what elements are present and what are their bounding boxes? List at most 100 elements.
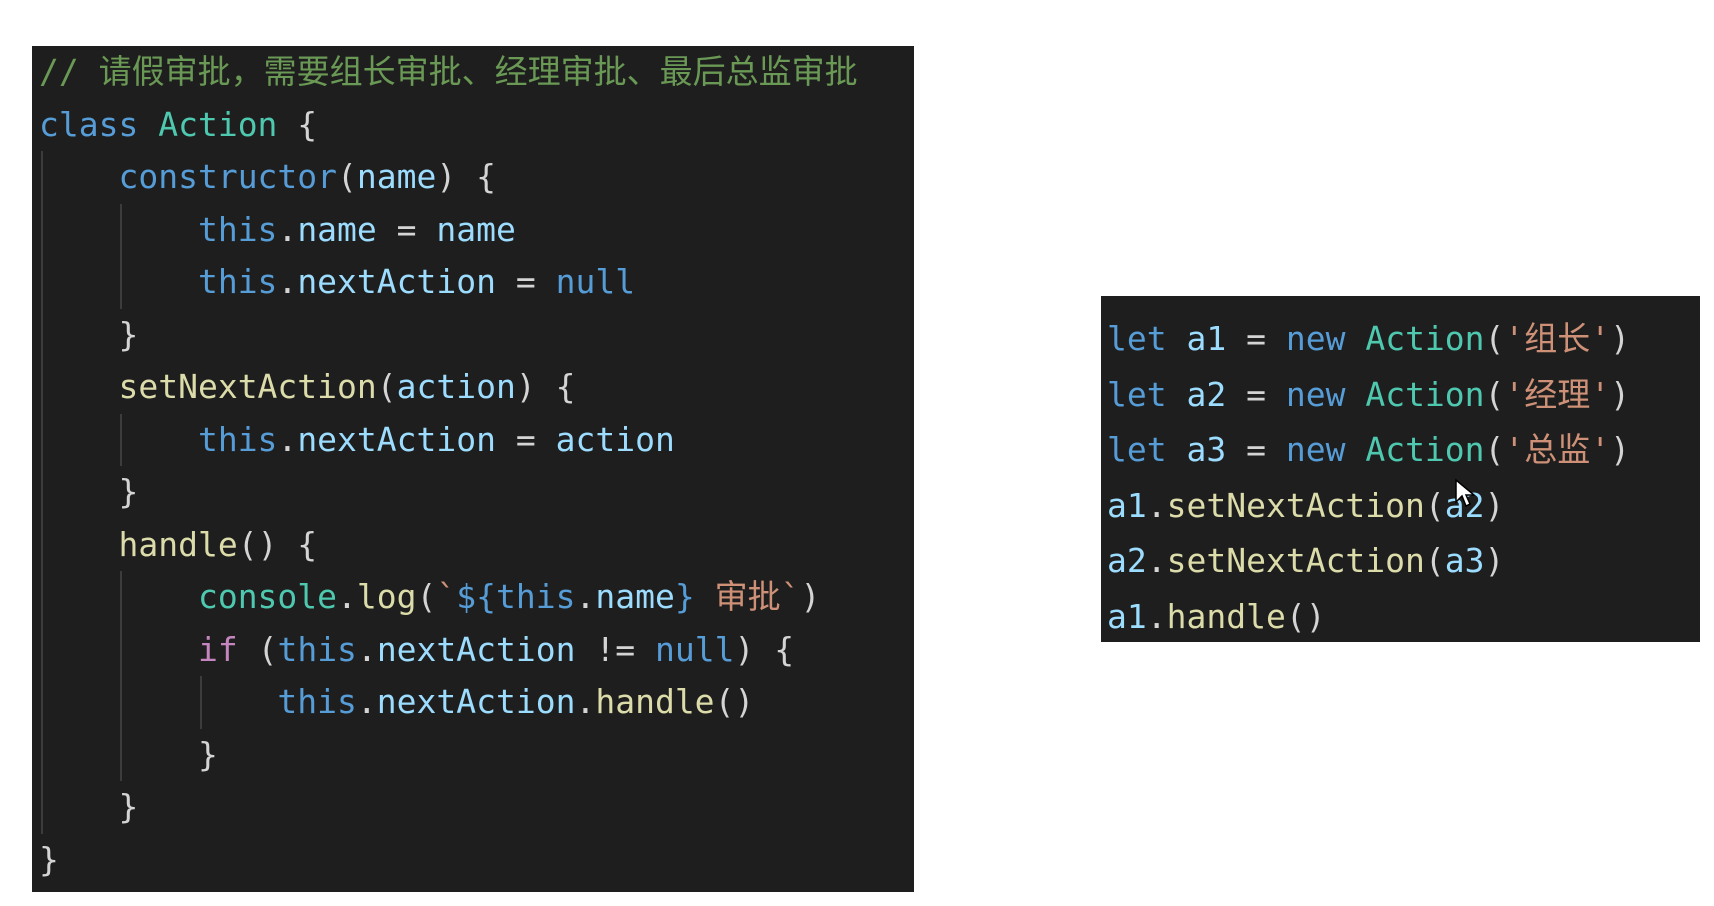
code-token: setNextAction: [1166, 485, 1425, 525]
code-token: =: [496, 262, 556, 301]
indent-guide: [41, 571, 43, 624]
indent-guide: [41, 728, 43, 781]
code-token: setNextAction: [1166, 541, 1425, 580]
code-token: ) {: [515, 367, 576, 406]
code-token: =: [1226, 319, 1286, 358]
code-panel-class-definition: // 请假审批，需要组长审批、经理审批、最后总监审批 class Action {…: [32, 46, 914, 892]
code-token: nextAction: [376, 629, 576, 669]
code-token: Action: [1365, 430, 1485, 469]
code-token: () {: [237, 524, 318, 564]
code-token: ): [1610, 374, 1631, 414]
code-token: this: [277, 682, 357, 721]
code-token: a1: [1107, 596, 1147, 636]
code-token: log: [356, 577, 417, 616]
code-token: a1: [1107, 485, 1147, 525]
code-token: null: [555, 262, 636, 301]
code-line: this.nextAction.handle(): [39, 676, 914, 729]
code-token: a2: [1107, 541, 1147, 580]
code-token: =: [1226, 430, 1286, 469]
indent-guide: [120, 203, 123, 256]
code-line: let a3 = new Action('总监'): [1107, 422, 1700, 478]
code-token: name: [436, 209, 516, 249]
code-token: (: [1484, 374, 1505, 414]
code-token: this: [277, 629, 357, 669]
code-token: .: [575, 577, 596, 616]
code-token: let: [1107, 374, 1187, 414]
code-line: handle() {: [39, 518, 914, 571]
code-token: a1: [1186, 319, 1227, 358]
code-token: }: [39, 839, 59, 879]
code-token: null: [654, 629, 735, 669]
code-line: }: [39, 728, 914, 781]
code-token: }: [197, 734, 218, 774]
code-token: '组长': [1504, 319, 1611, 358]
code-token: if: [197, 629, 238, 669]
code-token: =: [376, 209, 437, 249]
indent-guide: [41, 151, 43, 204]
indent-guide: [41, 518, 43, 571]
code-token: Action: [1365, 319, 1485, 358]
code-token: this: [496, 577, 576, 616]
code-token: (: [337, 157, 357, 196]
code-token: nextAction: [297, 262, 496, 301]
code-token: handle: [118, 524, 238, 564]
code-line: constructor(name) {: [39, 151, 914, 204]
indent-guide: [41, 676, 43, 729]
indent-guide: [41, 781, 43, 834]
code-token: name: [595, 577, 675, 616]
code-line: }: [39, 308, 914, 361]
code-line: // 请假审批，需要组长审批、经理审批、最后总监审批: [39, 46, 914, 99]
indent-guide: [120, 623, 123, 676]
code-token: (: [1424, 485, 1445, 525]
code-token: name: [356, 157, 437, 196]
code-line: this.nextAction = null: [39, 256, 914, 309]
code-line: if (this.nextAction != null) {: [39, 623, 914, 676]
indent-guide: [41, 308, 43, 361]
code-token: new: [1285, 430, 1366, 469]
code-token: (: [237, 629, 278, 669]
code-token: this: [197, 419, 278, 459]
code-token: ) {: [436, 157, 496, 196]
indent-guide: [41, 623, 43, 676]
code-line: this.nextAction = action: [39, 413, 914, 466]
code-token: }: [118, 472, 139, 511]
indent-guide: [199, 676, 202, 729]
code-token: .: [277, 209, 298, 249]
code-token: a2: [1186, 374, 1227, 414]
code-token: .: [277, 262, 298, 301]
code-line: this.name = name: [39, 203, 914, 256]
code-token: (: [1484, 430, 1505, 469]
indent-guide: [120, 256, 123, 309]
code-line: }: [39, 466, 914, 519]
indent-guide: [120, 571, 123, 624]
code-token: .: [356, 629, 377, 669]
code-token: }: [118, 314, 139, 354]
code-token: handle: [1166, 596, 1286, 636]
code-token: =: [1226, 374, 1286, 414]
code-token: 审批`: [694, 577, 801, 616]
code-token: constructor: [118, 157, 338, 196]
indent-guide: [120, 676, 123, 729]
code-line: a2.setNextAction(a3): [1107, 533, 1700, 589]
code-line: console.log(`${this.name} 审批`): [39, 571, 914, 624]
code-line: let a2 = new Action('经理'): [1107, 367, 1700, 423]
code-token: handle: [595, 682, 715, 721]
code-token: (: [1424, 541, 1445, 580]
code-line: a1.handle(): [1107, 589, 1700, 643]
code-token: class: [39, 104, 159, 144]
indent-guide: [41, 413, 43, 466]
indent-guide: [120, 413, 123, 466]
code-token: =: [496, 419, 556, 459]
code-token: nextAction: [297, 419, 496, 459]
code-token: (): [1285, 596, 1326, 636]
code-token: this: [197, 209, 278, 249]
code-token: let: [1107, 319, 1187, 358]
mouse-pointer-icon: [1455, 478, 1476, 508]
code-line: class Action {: [39, 99, 914, 152]
